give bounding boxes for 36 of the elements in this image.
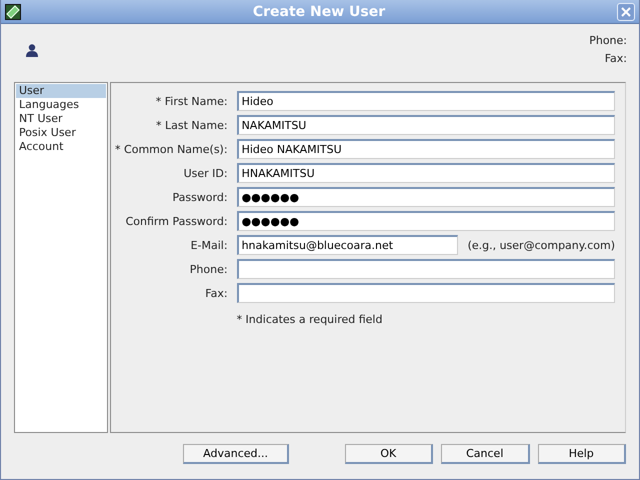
input-field[interactable]: NAKAMITSU xyxy=(236,115,615,135)
field-label: * First Name: xyxy=(154,94,228,108)
field-label: Fax: xyxy=(204,286,228,300)
category-item[interactable]: Languages xyxy=(16,98,106,112)
field-hint: (e.g., user@company.com) xyxy=(468,238,615,252)
input-field[interactable]: HNAKAMITSU xyxy=(236,163,615,183)
category-item[interactable]: Account xyxy=(16,140,106,154)
category-item[interactable]: User xyxy=(16,84,106,98)
field-label: User ID: xyxy=(182,166,228,180)
field-label: * Last Name: xyxy=(154,118,228,132)
user-icon xyxy=(26,44,38,57)
input-field[interactable]: ●●●●●● xyxy=(236,211,615,231)
header-label: Fax: xyxy=(604,52,627,66)
input-field[interactable] xyxy=(236,259,615,279)
category-item[interactable]: NT User xyxy=(16,112,106,126)
field-label: * Common Name(s): xyxy=(114,142,228,156)
close-icon xyxy=(621,6,631,16)
category-item[interactable]: Posix User xyxy=(16,126,106,140)
required-note: * Indicates a required field xyxy=(236,313,384,326)
input-field[interactable]: ●●●●●● xyxy=(236,187,615,207)
field-label: Password: xyxy=(171,190,228,204)
dialog-button[interactable]: Help xyxy=(538,444,626,464)
input-field[interactable]: Hideo NAKAMITSU xyxy=(236,139,615,159)
dialog-button[interactable]: Cancel xyxy=(441,444,530,464)
field-label: Confirm Password: xyxy=(124,214,228,228)
input-field[interactable] xyxy=(236,283,615,303)
advanced-button[interactable]: Advanced... xyxy=(183,444,290,464)
header-label: Phone: xyxy=(589,34,627,48)
input-field[interactable]: hnakamitsu@bluecoara.net xyxy=(236,235,458,255)
app-icon xyxy=(5,4,21,20)
dialog-button[interactable]: OK xyxy=(344,444,433,464)
field-label: Phone: xyxy=(188,262,228,276)
input-field[interactable]: Hideo xyxy=(236,91,615,111)
close-button[interactable] xyxy=(617,2,635,20)
field-label: E-Mail: xyxy=(190,238,228,252)
window-title: Create New User xyxy=(252,4,386,20)
